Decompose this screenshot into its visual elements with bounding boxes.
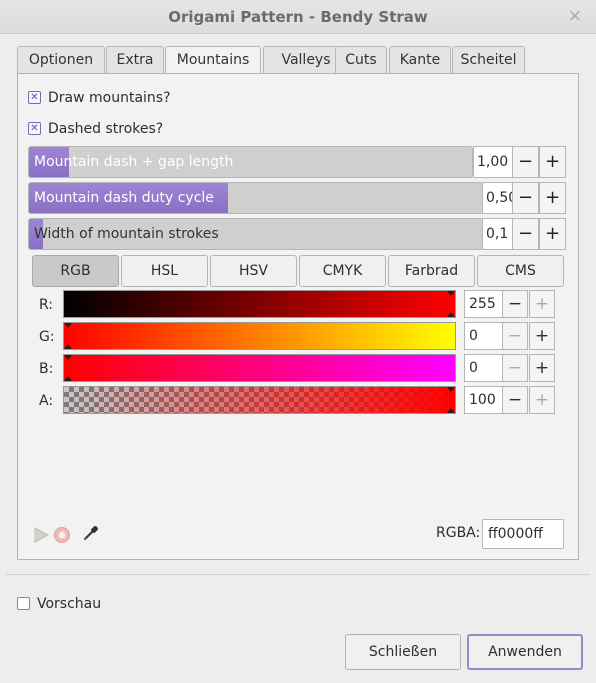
tab-scheitel[interactable]: Scheitel bbox=[452, 46, 525, 74]
eyedropper-icon[interactable] bbox=[82, 524, 100, 542]
out-of-gamut-icon[interactable] bbox=[53, 526, 71, 544]
slider-label: Mountain dash + gap length bbox=[34, 154, 234, 170]
checkbox-label: Draw mountains? bbox=[48, 90, 171, 106]
blue-channel-slider[interactable] bbox=[63, 354, 456, 382]
red-plus-button[interactable]: + bbox=[529, 290, 555, 318]
duty-cycle-minus-button[interactable]: − bbox=[512, 182, 539, 214]
slider-marker-top bbox=[447, 291, 455, 296]
red-channel-slider[interactable] bbox=[63, 290, 456, 318]
stroke-width-minus-button[interactable]: − bbox=[512, 218, 539, 250]
channel-label-g: G: bbox=[39, 329, 55, 345]
channel-label-b: B: bbox=[39, 361, 54, 377]
close-button[interactable]: Schließen bbox=[345, 634, 461, 670]
color-managed-icon[interactable] bbox=[33, 527, 49, 543]
alpha-plus-button[interactable]: + bbox=[529, 386, 555, 414]
slider-marker-bottom bbox=[447, 312, 455, 317]
slider-marker-top bbox=[64, 323, 72, 328]
checkbox-box[interactable]: ✕ bbox=[28, 122, 41, 135]
slider-marker-bottom bbox=[64, 344, 72, 349]
green-value-field[interactable]: 0 bbox=[464, 322, 503, 350]
dash-gap-value[interactable]: 1,00 bbox=[473, 146, 513, 178]
tab-optionen[interactable]: Optionen bbox=[17, 46, 105, 74]
green-minus-button[interactable]: − bbox=[502, 322, 528, 350]
red-value-field[interactable]: 255 bbox=[464, 290, 503, 318]
dash-gap-plus-button[interactable]: + bbox=[539, 146, 566, 178]
alpha-channel-slider[interactable] bbox=[63, 386, 456, 414]
dash-gap-slider[interactable]: Mountain dash + gap length bbox=[28, 146, 473, 178]
color-mode-cmyk[interactable]: CMYK bbox=[299, 255, 386, 287]
channel-label-a: A: bbox=[39, 393, 54, 409]
checkbox-label: Dashed strokes? bbox=[48, 121, 164, 137]
checkbox-label: Vorschau bbox=[37, 596, 102, 612]
color-mode-hsl[interactable]: HSL bbox=[121, 255, 208, 287]
blue-value-field[interactable]: 0 bbox=[464, 354, 503, 382]
checkbox-box[interactable] bbox=[17, 597, 30, 610]
color-mode-cms[interactable]: CMS bbox=[477, 255, 564, 287]
rgba-label: RGBA: bbox=[436, 525, 481, 541]
red-minus-button[interactable]: − bbox=[502, 290, 528, 318]
window-title: Origami Pattern - Bendy Straw bbox=[168, 8, 428, 26]
color-mode-rgb[interactable]: RGB bbox=[32, 255, 119, 287]
slider-label: Width of mountain strokes bbox=[34, 226, 219, 242]
duty-cycle-slider[interactable]: Mountain dash duty cycle bbox=[28, 182, 483, 214]
alpha-minus-button[interactable]: − bbox=[502, 386, 528, 414]
title-bar: Origami Pattern - Bendy Straw × bbox=[0, 0, 596, 34]
separator bbox=[6, 574, 590, 575]
duty-cycle-value[interactable]: 0,50 bbox=[482, 182, 513, 214]
slider-marker-top bbox=[447, 387, 455, 392]
stroke-width-slider[interactable]: Width of mountain strokes bbox=[28, 218, 483, 250]
color-mode-hsv[interactable]: HSV bbox=[210, 255, 297, 287]
channel-label-r: R: bbox=[39, 297, 54, 313]
blue-plus-button[interactable]: + bbox=[529, 354, 555, 382]
color-mode-farbrad[interactable]: Farbrad bbox=[388, 255, 475, 287]
checkbox-box[interactable]: ✕ bbox=[28, 91, 41, 104]
slider-marker-bottom bbox=[447, 408, 455, 413]
apply-button[interactable]: Anwenden bbox=[467, 634, 583, 670]
tab-kante[interactable]: Kante bbox=[389, 46, 451, 74]
blue-minus-button[interactable]: − bbox=[502, 354, 528, 382]
green-plus-button[interactable]: + bbox=[529, 322, 555, 350]
stroke-width-plus-button[interactable]: + bbox=[539, 218, 566, 250]
slider-label: Mountain dash duty cycle bbox=[34, 190, 214, 206]
green-channel-slider[interactable] bbox=[63, 322, 456, 350]
rgba-input[interactable]: ff0000ff bbox=[482, 519, 564, 549]
tab-extra[interactable]: Extra bbox=[106, 46, 164, 74]
slider-marker-bottom bbox=[64, 376, 72, 381]
tab-cuts[interactable]: Cuts bbox=[335, 46, 387, 74]
alpha-value-field[interactable]: 100 bbox=[464, 386, 503, 414]
close-icon[interactable]: × bbox=[568, 6, 582, 26]
stroke-width-value[interactable]: 0,1 bbox=[482, 218, 513, 250]
tab-mountains[interactable]: Mountains bbox=[165, 46, 261, 75]
duty-cycle-plus-button[interactable]: + bbox=[539, 182, 566, 214]
slider-marker-top bbox=[64, 355, 72, 360]
dash-gap-minus-button[interactable]: − bbox=[512, 146, 539, 178]
